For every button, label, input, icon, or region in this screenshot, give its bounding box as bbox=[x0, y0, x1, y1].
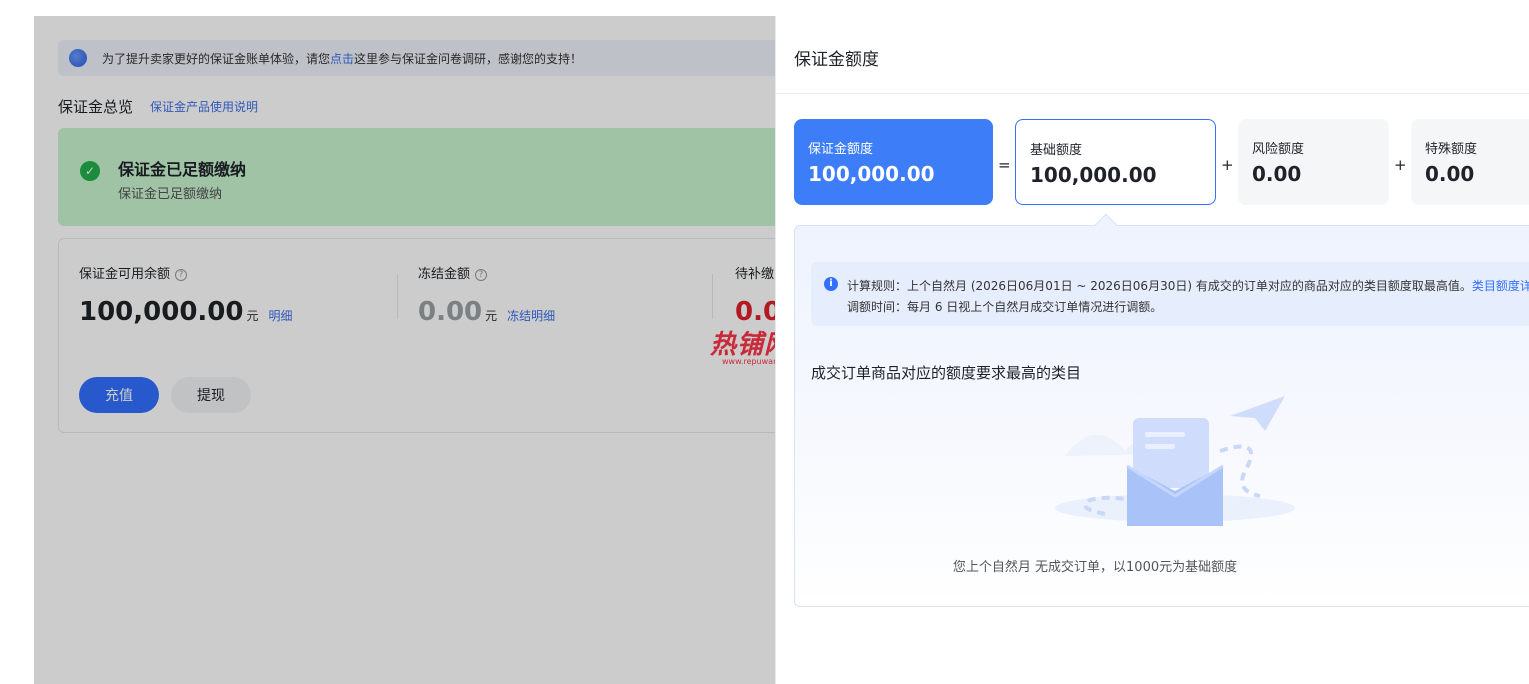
plus-sign: + bbox=[1394, 156, 1407, 174]
special-quota-label: 特殊额度 bbox=[1425, 142, 1478, 157]
base-quota-value: 100,000.00 bbox=[1030, 163, 1157, 187]
empty-state-text: 您上个自然月 无成交订单，以1000元为基础额度 bbox=[952, 560, 1238, 575]
total-quota-value: 100,000.00 bbox=[808, 162, 935, 186]
screen: 为了提升卖家更好的保证金账单体验，请您 点击 这里参与保证金问卷调研，感谢您的支… bbox=[0, 0, 1529, 684]
deposit-overview-page: 为了提升卖家更好的保证金账单体验，请您 点击 这里参与保证金问卷调研，感谢您的支… bbox=[34, 16, 775, 684]
category-quota-detail-link[interactable]: 类目额度详情 bbox=[1472, 279, 1529, 293]
risk-quota-value: 0.00 bbox=[1252, 162, 1302, 186]
rule-text: 计算规则：上个自然月 (2026日06月01日 ~ 2026日06月30日) 有… bbox=[847, 279, 1472, 293]
base-quota-box[interactable]: 基础额度 100,000.00 bbox=[1015, 119, 1216, 205]
info-icon: i bbox=[824, 277, 838, 291]
modal-overlay[interactable] bbox=[34, 16, 775, 684]
drawer-divider bbox=[776, 93, 1529, 94]
plus-sign: + bbox=[1221, 156, 1234, 174]
total-quota-box: 保证金额度 100,000.00 bbox=[794, 119, 993, 205]
special-quota-box[interactable]: 特殊额度 0.00 bbox=[1411, 119, 1529, 205]
risk-quota-label: 风险额度 bbox=[1252, 142, 1305, 157]
empty-mailbox-illustration bbox=[1055, 396, 1295, 526]
rule-line-1: 计算规则：上个自然月 (2026日06月01日 ~ 2026日06月30日) 有… bbox=[847, 277, 1529, 294]
rule-line-2: 调额时间：每月 6 日视上个自然月成交订单情况进行调额。 bbox=[847, 300, 1163, 314]
base-quota-label: 基础额度 bbox=[1030, 143, 1083, 158]
base-quota-detail-panel: i 计算规则：上个自然月 (2026日06月01日 ~ 2026日06月30日)… bbox=[794, 225, 1529, 607]
special-quota-value: 0.00 bbox=[1425, 162, 1475, 186]
drawer-title: 保证金额度 bbox=[794, 50, 879, 70]
category-section-title: 成交订单商品对应的额度要求最高的类目 bbox=[811, 364, 1082, 382]
equals-sign: = bbox=[998, 156, 1011, 174]
risk-quota-box[interactable]: 风险额度 0.00 bbox=[1238, 119, 1389, 205]
calculation-rule-box: i 计算规则：上个自然月 (2026日06月01日 ~ 2026日06月30日)… bbox=[811, 262, 1529, 326]
deposit-quota-drawer: 保证金额度 保证金额度 100,000.00 = 基础额度 100,000.00… bbox=[775, 16, 1529, 684]
total-quota-label: 保证金额度 bbox=[808, 142, 874, 157]
